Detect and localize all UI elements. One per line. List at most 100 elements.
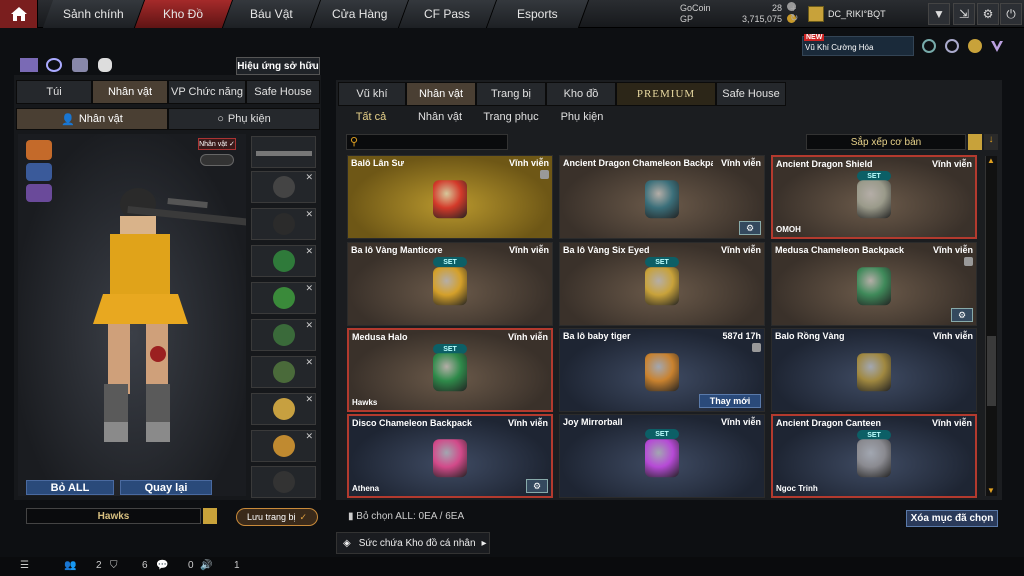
sort-menu-icon[interactable] (968, 134, 982, 150)
item-card[interactable]: Balô Lân Sư Vĩnh viễn (347, 155, 553, 239)
unequip-icon[interactable]: ✕ (305, 283, 313, 294)
promo-banner[interactable]: NEW Vũ Khí Cường Hóa (802, 34, 914, 56)
nav-tab-treasure[interactable]: Báu Vật (222, 0, 322, 28)
unequip-icon[interactable]: ✕ (305, 357, 313, 368)
item-card[interactable]: Ba lô baby tiger 587d 17h Thay mới (559, 328, 765, 412)
tab-weapons[interactable]: Vũ khí (338, 82, 406, 106)
subtab-accessory[interactable]: Phụ kiện (552, 106, 612, 128)
item-name: Balô Lân Sư (351, 158, 405, 168)
character-slot-2-icon[interactable] (26, 163, 52, 181)
tab-function-items[interactable]: VP Chức năng (168, 80, 246, 104)
item-card[interactable]: Medusa Halo Vĩnh viễn SET Hawks (347, 328, 553, 412)
save-outfit-button[interactable]: Lưu trang bị ✓ (236, 508, 318, 526)
unequip-icon[interactable]: ✕ (305, 394, 313, 405)
event-icon[interactable] (922, 39, 936, 53)
settings-gear-icon[interactable]: ⚙ (977, 3, 999, 25)
sort-dropdown[interactable]: Sắp xếp cơ bản (806, 134, 966, 150)
item-settings-gear-icon[interactable]: ⚙ (951, 308, 973, 322)
reward-icon[interactable] (968, 39, 982, 53)
unequip-icon[interactable]: ✕ (305, 209, 313, 220)
equipment-slot[interactable]: ✕ (251, 171, 316, 203)
power-icon[interactable]: ⏻ (1000, 3, 1022, 25)
tab-storage[interactable]: Kho đồ (546, 82, 616, 106)
friends-icon[interactable]: 👥 (64, 560, 76, 571)
v-logo-icon[interactable] (990, 39, 1004, 53)
tab-safe-house-right[interactable]: Safe House (716, 82, 786, 106)
scroll-up-icon[interactable]: ▲ (987, 156, 997, 166)
weapon-slot[interactable] (251, 136, 316, 168)
clan-icon[interactable]: ▼ (928, 3, 950, 25)
home-button[interactable] (0, 0, 38, 28)
scrollbar[interactable]: ▲ ▼ (985, 156, 997, 496)
equipment-slot[interactable]: ✕ (251, 245, 316, 277)
subtab-outfit[interactable]: Trang phục (478, 106, 544, 128)
unequip-icon[interactable]: ✕ (305, 246, 313, 257)
subtab-char[interactable]: Nhân vật (410, 106, 470, 128)
refresh-icon[interactable]: ↻ (790, 13, 798, 24)
search-input[interactable]: ⚲ (346, 134, 508, 150)
equipment-slot[interactable] (251, 466, 316, 498)
scroll-thumb[interactable] (987, 336, 996, 406)
item-card[interactable]: Ancient Dragon Canteen Vĩnh viễn SET Ngoc T… (771, 414, 977, 498)
equipment-slot[interactable]: ✕ (251, 393, 316, 425)
rotate-icon[interactable] (46, 58, 62, 72)
item-card[interactable]: Ba lô Vàng Manticore Vĩnh viễn SET (347, 242, 553, 326)
user-info[interactable]: DC_RIKI°BQT (808, 3, 886, 25)
list-menu-icon[interactable] (203, 508, 217, 524)
subtab-all[interactable]: Tất cả (346, 106, 396, 128)
tab-characters[interactable]: Nhân vật (406, 82, 476, 106)
speaker-icon[interactable]: 🔊 (200, 560, 212, 571)
renew-button[interactable]: Thay mới (699, 394, 761, 408)
nav-tab-inventory[interactable]: Kho Đồ (134, 0, 234, 28)
remove-all-button[interactable]: Bỏ ALL (26, 480, 114, 495)
gift-icon[interactable] (20, 58, 38, 72)
mission-icon[interactable] (945, 39, 959, 53)
item-card[interactable]: Balo Rồng Vàng Vĩnh viễn (771, 328, 977, 412)
chat-icon[interactable]: 💬 (156, 560, 168, 571)
nav-tab-shop[interactable]: Cửa Hàng (310, 0, 410, 28)
equipment-slot[interactable]: ✕ (251, 208, 316, 240)
item-card[interactable]: Disco Chameleon Backpack Vĩnh viễn Athena ⚙ (347, 414, 553, 498)
unequip-icon[interactable]: ✕ (305, 320, 313, 331)
owned-effects-button[interactable]: Hiệu ứng sở hữu (236, 57, 320, 75)
nav-tab-cfpass[interactable]: CF Pass (398, 0, 498, 28)
character-preview[interactable] (18, 134, 258, 496)
menu-list-icon[interactable]: ☰ (20, 560, 29, 571)
pose-icon[interactable] (98, 58, 112, 72)
equipment-slot[interactable]: ✕ (251, 282, 316, 314)
sort-order-icon[interactable]: ↓ (984, 134, 998, 150)
tab-premium[interactable]: PREMIUM (616, 82, 716, 106)
subtab-character[interactable]: 👤 Nhân vật (16, 108, 168, 130)
tab-equipment[interactable]: Trang bị (476, 82, 546, 106)
unequip-icon[interactable]: ✕ (305, 172, 313, 183)
item-card[interactable]: Joy Mirrorball Vĩnh viễn SET (559, 414, 765, 498)
item-card[interactable]: Ancient Dragon Chameleon Backpack Vĩnh vi… (559, 155, 765, 239)
subtab-accessories[interactable]: ○ Phụ kiện (168, 108, 320, 130)
nav-tab-lobby[interactable]: Sảnh chính (42, 0, 146, 28)
item-card[interactable]: Ba lô Vàng Six Eyed Vĩnh viễn SET (559, 242, 765, 326)
item-card[interactable]: Ancient Dragon Shield Vĩnh viễn SET OMOH (771, 155, 977, 239)
equipment-slot[interactable]: ✕ (251, 319, 316, 351)
tab-character[interactable]: Nhân vật (92, 80, 168, 104)
character-slot-3-icon[interactable] (26, 184, 52, 202)
item-settings-gear-icon[interactable]: ⚙ (739, 221, 761, 235)
shield-icon[interactable]: ⛉ (110, 560, 118, 571)
nav-tab-esports[interactable]: Esports (486, 0, 590, 28)
preset-name-field[interactable]: Hawks (26, 508, 201, 524)
character-slot-icon[interactable] (26, 140, 52, 160)
emote-icon[interactable] (72, 58, 88, 72)
tab-bag[interactable]: Túi (16, 80, 92, 104)
delete-selected-button[interactable]: Xóa mục đã chọn (906, 510, 998, 527)
equipment-slot[interactable]: ✕ (251, 356, 316, 388)
exit-room-icon[interactable]: ⇲ (953, 3, 975, 25)
back-button[interactable]: Quay lại (120, 480, 212, 495)
item-duration: Vĩnh viễn (720, 158, 761, 168)
equipment-slot[interactable]: ✕ (251, 430, 316, 462)
tab-safe-house[interactable]: Safe House (246, 80, 320, 104)
item-settings-gear-icon[interactable]: ⚙ (526, 479, 548, 493)
scroll-down-icon[interactable]: ▼ (987, 486, 997, 496)
unequip-icon[interactable]: ✕ (305, 431, 313, 442)
visibility-toggle[interactable] (200, 154, 234, 166)
storage-capacity-button[interactable]: ◈ Sức chứa Kho đồ cá nhân ▸ (336, 532, 490, 554)
item-card[interactable]: Medusa Chameleon Backpack Vĩnh viễn ⚙ (771, 242, 977, 326)
